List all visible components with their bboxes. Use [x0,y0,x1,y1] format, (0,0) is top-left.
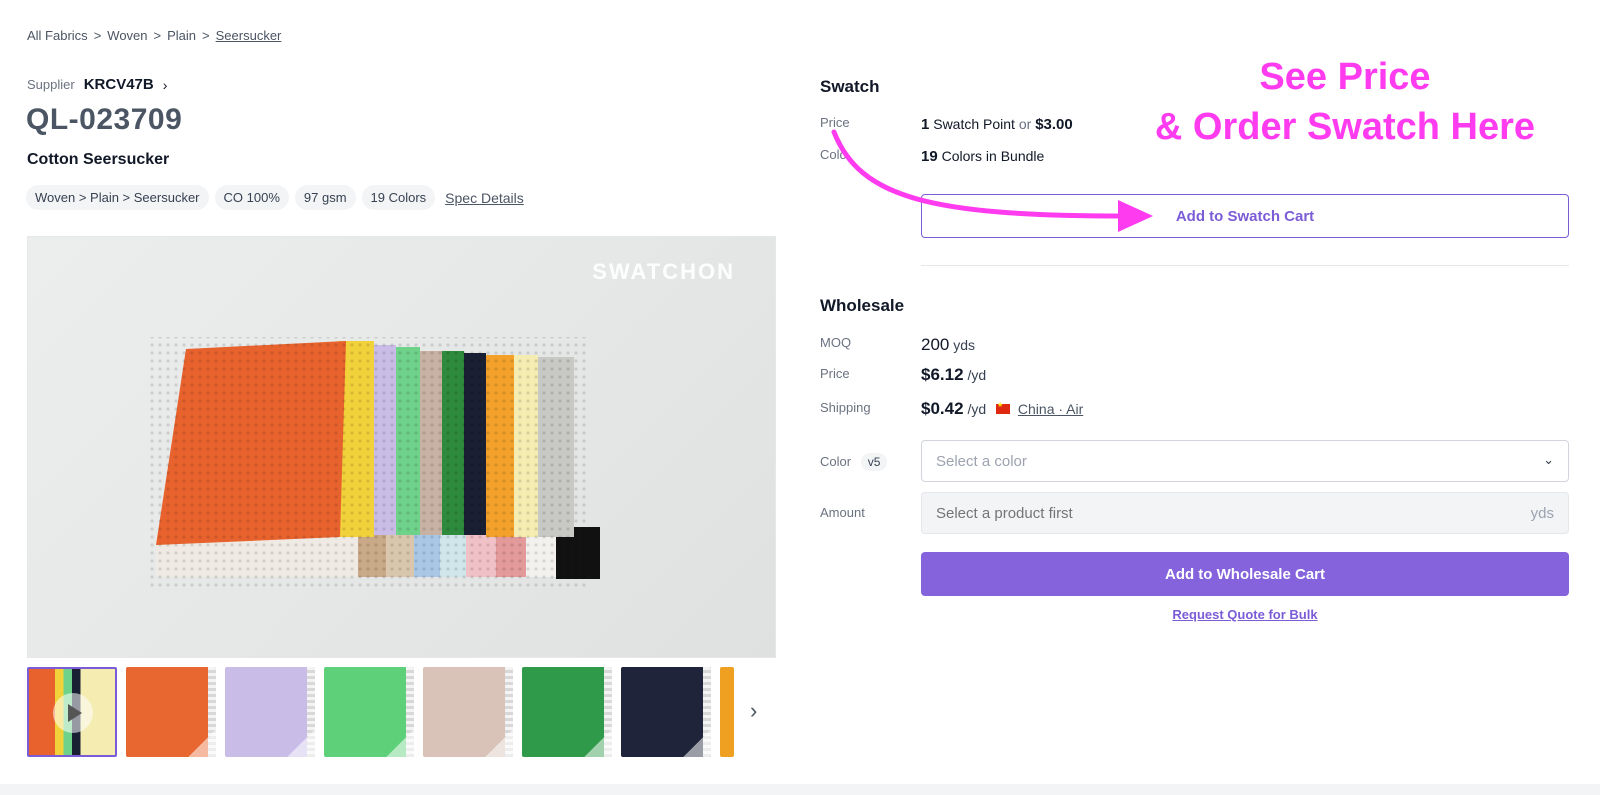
breadcrumb-separator: > [93,28,102,43]
amount-unit: yds [1530,504,1554,522]
thumbnail-dark-green[interactable] [522,667,612,757]
section-divider [921,265,1569,266]
color-label-row: Color v5 [820,453,888,471]
thumbnail-orange[interactable] [126,667,216,757]
tag-colors: 19 Colors [361,185,436,210]
breadcrumb-separator: > [202,28,210,43]
request-quote-link[interactable]: Request Quote for Bulk [921,607,1569,622]
play-icon[interactable] [53,693,93,733]
color-label: Color [820,454,852,469]
swatch-section-title: Swatch [820,77,880,96]
add-to-wholesale-cart-button[interactable]: Add to Wholesale Cart [921,552,1569,596]
tag-category: Woven > Plain > Seersucker [26,185,209,210]
thumbnail-curl [386,729,414,757]
wholesale-price-unit: /yd [967,367,987,383]
thumbnail-strip [27,667,734,757]
shipping-label: Shipping [820,400,871,415]
thumbnail-beige[interactable] [423,667,513,757]
shipping-origin-link[interactable]: China · Air [1018,401,1083,417]
breadcrumb-current[interactable]: Seersucker [216,28,282,43]
thumbnail-curl [485,729,513,757]
wholesale-price-value: $6.12 /yd [921,365,986,385]
moq-unit: yds [953,337,976,353]
thumbnail-navy[interactable] [621,667,711,757]
color-variant-badge: v5 [860,453,888,471]
thumbnail-curl [287,729,315,757]
amount-field[interactable]: yds [921,492,1569,534]
annotation-arrow-icon [831,129,1153,232]
thumbnail-lavender[interactable] [225,667,315,757]
color-select[interactable]: Select a color ⌄ [921,440,1569,482]
thumbnail-video[interactable] [27,667,117,757]
spec-tags: Woven > Plain > Seersucker CO 100% 97 gs… [26,185,524,210]
tag-weight: 97 gsm [294,185,356,210]
tag-composition: CO 100% [214,185,289,210]
china-flag-icon [996,401,1011,415]
moq-label: MOQ [820,335,852,350]
thumbnail-curl [188,729,216,757]
main-product-image[interactable]: SWATCHON [27,236,776,658]
amount-input[interactable] [936,504,1531,522]
wholesale-section-title: Wholesale [820,296,905,315]
annotation-callout: See Price & Order Swatch Here [1125,52,1565,152]
breadcrumb-separator: > [153,28,162,43]
color-select-placeholder: Select a color [936,452,1027,470]
chevron-right-icon[interactable]: › [750,698,757,724]
thumbnail-mustard-partial[interactable] [720,667,734,757]
annotation-line1: See Price [1259,56,1431,98]
moq-number: 200 [921,335,950,354]
wholesale-price-number: $6.12 [921,365,964,384]
supplier-label: Supplier [27,77,75,92]
amount-label: Amount [820,505,865,520]
annotation-line2: & Order Swatch Here [1154,106,1536,148]
breadcrumb-item[interactable]: Woven [107,28,147,43]
spec-details-link[interactable]: Spec Details [445,190,524,206]
breadcrumb: All Fabrics > Woven > Plain > Seersucker [27,28,281,43]
thumbnail-green[interactable] [324,667,414,757]
thumbnail-curl [683,729,711,757]
product-name: Cotton Seersucker [27,151,170,168]
breadcrumb-item[interactable]: All Fabrics [27,28,88,43]
supplier-row[interactable]: Supplier KRCV47B › [27,76,167,93]
moq-value: 200 yds [921,335,975,355]
shipping-price: $0.42 [921,399,964,418]
breadcrumb-item[interactable]: Plain [167,28,196,43]
footer-band [0,784,1600,795]
supplier-name[interactable]: KRCV47B [84,76,154,93]
wholesale-price-label: Price [820,366,850,381]
chevron-down-icon: ⌄ [1543,452,1554,467]
chevron-right-icon[interactable]: › [163,77,168,93]
shipping-unit: /yd [967,401,987,417]
product-code: QL-023709 [26,103,183,136]
swatchon-watermark-logo: SWATCHON [592,259,735,284]
thumbnail-curl [584,729,612,757]
shipping-value: $0.42 /yd China · Air [921,399,1083,419]
fabric-swatches-illustration [148,337,600,587]
